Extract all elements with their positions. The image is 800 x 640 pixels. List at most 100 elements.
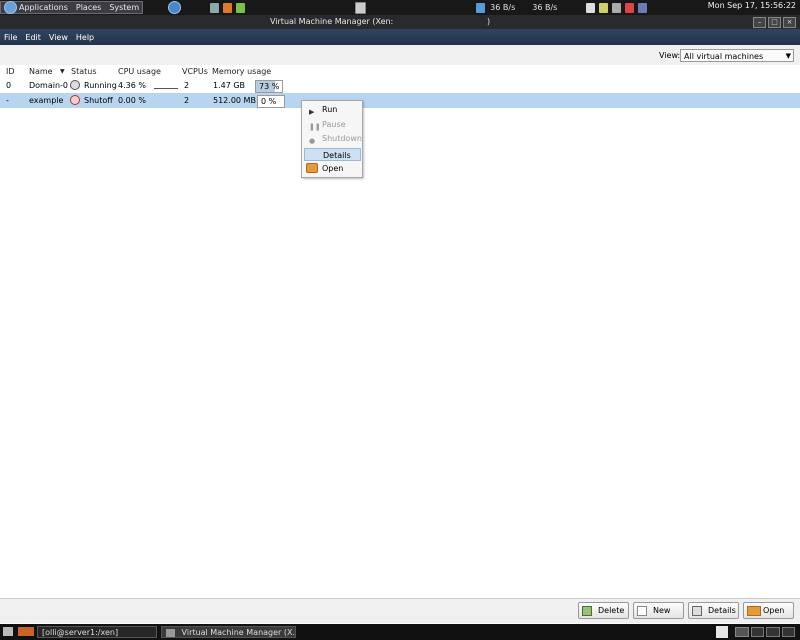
vm-cpu: 4.36 % (118, 81, 146, 90)
folder-icon (747, 606, 761, 616)
shutdown-icon: ● (309, 137, 316, 145)
open-button[interactable]: Open (743, 602, 794, 619)
column-header-memory[interactable]: Memory usage (212, 67, 271, 76)
column-header-status[interactable]: Status (71, 67, 97, 76)
details-button-label: Details (708, 606, 736, 615)
column-header-vcpus[interactable]: VCPUs (182, 67, 208, 76)
table-row[interactable]: - example Shutoff 0.00 % 2 512.00 MB 0 % (0, 93, 800, 108)
net-up-rate: 36 B/s (532, 3, 558, 12)
open-button-label: Open (763, 606, 785, 615)
vm-status: Shutoff (84, 96, 113, 105)
column-header-cpu[interactable]: CPU usage (118, 67, 161, 76)
taskbar: [olli@server1:/xen] Virtual Machine Mana… (0, 624, 800, 640)
vm-cpu: 0.00 % (118, 96, 146, 105)
vmm-task-icon (166, 628, 175, 637)
context-menu-open[interactable]: Open (304, 162, 361, 175)
folder-icon (306, 163, 318, 173)
vm-memory: 512.00 MB (213, 96, 256, 105)
places-menu-label[interactable]: Places (76, 1, 101, 14)
new-button[interactable]: New (633, 602, 684, 619)
network-icon[interactable] (599, 2, 609, 13)
vm-id: 0 (6, 81, 12, 90)
column-header-name[interactable]: Name (29, 67, 53, 76)
workspace-switcher[interactable] (735, 627, 795, 637)
new-button-label: New (653, 606, 671, 615)
view-filter-value: All virtual machines (684, 52, 764, 61)
context-menu-run[interactable]: ▶ Run (304, 103, 361, 116)
top-panel: Applications Places System 36 B/s 36 B/s… (0, 0, 800, 15)
vm-status: Running (84, 81, 117, 90)
vmm-task[interactable]: Virtual Machine Manager (X... (161, 626, 296, 638)
table-row[interactable]: 0 Domain-0 Running 4.36 % 2 1.47 GB 73 % (0, 78, 800, 93)
vm-memory: 1.47 GB (213, 81, 246, 90)
context-menu: ▶ Run ❚❚ Pause ● Shutdown Details Open (301, 100, 363, 178)
terminal-task-label: [olli@server1:/xen] (42, 628, 119, 637)
terminal-task[interactable]: [olli@server1:/xen] (37, 626, 157, 638)
help-menu[interactable]: Help (72, 33, 98, 42)
filter-row: View: All virtual machines ▼ (0, 45, 800, 65)
new-document-icon (637, 606, 647, 616)
running-status-icon (70, 80, 80, 90)
workspace-1[interactable] (735, 627, 749, 637)
chevron-down-icon: ▼ (785, 52, 791, 60)
vmm-task-label: Virtual Machine Manager (X... (181, 628, 296, 637)
cpu-sparkline (154, 88, 178, 89)
applications-menu[interactable]: Applications Places System (0, 1, 144, 14)
help-icon[interactable] (168, 1, 182, 14)
sort-down-icon: ▼ (60, 68, 65, 75)
column-header-id[interactable]: ID (6, 67, 15, 76)
memory-usage-label: 0 % (261, 97, 277, 106)
window-titlebar[interactable]: Virtual Machine Manager (Xen: ) – □ × (0, 15, 800, 29)
file-menu[interactable]: File (0, 33, 21, 42)
trash-tray-icon[interactable] (716, 626, 728, 638)
workspace-3[interactable] (766, 627, 780, 637)
applications-menu-label: Applications (19, 3, 68, 12)
workspace-2[interactable] (750, 627, 764, 637)
window-title-suffix: ) (487, 17, 491, 26)
network-monitor-icon (476, 2, 486, 13)
maximize-icon[interactable]: □ (768, 17, 781, 28)
clock[interactable]: Mon Sep 17, 15:56:22 (708, 1, 796, 10)
edit-menu[interactable]: Edit (21, 33, 45, 42)
terminal-launcher-icon[interactable] (355, 1, 367, 14)
view-filter-label: View: (659, 51, 681, 60)
context-menu-pause-label: Pause (322, 120, 346, 129)
delete-button[interactable]: Delete (578, 602, 629, 619)
system-menu-label[interactable]: System (109, 1, 139, 14)
details-button[interactable]: Details (688, 602, 739, 619)
context-menu-pause[interactable]: ❚❚ Pause (304, 118, 361, 131)
vm-id: - (6, 96, 9, 105)
vm-vcpus: 2 (184, 81, 190, 90)
context-menu-run-label: Run (322, 105, 338, 114)
close-icon[interactable]: × (783, 17, 796, 28)
notification-icon[interactable] (625, 2, 635, 13)
context-menu-shutdown[interactable]: ● Shutdown (304, 132, 362, 145)
details-icon (692, 606, 702, 616)
vm-name: Domain-0 (29, 81, 69, 90)
trash-icon (582, 606, 592, 616)
windows-icon[interactable] (612, 2, 622, 13)
gnome-logo-icon (4, 1, 17, 14)
net-down-rate: 36 B/s (490, 3, 516, 12)
user-icon[interactable] (638, 2, 648, 13)
file-manager-icon[interactable] (210, 2, 220, 13)
show-desktop-icon[interactable] (3, 627, 13, 636)
view-menu[interactable]: View (45, 33, 72, 42)
vm-name: example (29, 96, 64, 105)
context-menu-details-label: Details (323, 151, 351, 160)
clipboard-icon[interactable] (586, 2, 596, 13)
memory-usage-bar: 73 % (255, 80, 283, 93)
minimize-icon[interactable]: – (753, 17, 766, 28)
context-menu-open-label: Open (322, 164, 344, 173)
action-button-bar: Delete New Details Open (0, 598, 800, 623)
memory-usage-bar: 0 % (257, 95, 285, 108)
editor-icon[interactable] (236, 2, 246, 13)
view-filter-select[interactable]: All virtual machines ▼ (680, 49, 794, 62)
workspace-4[interactable] (781, 627, 795, 637)
delete-button-label: Delete (598, 606, 625, 615)
context-menu-details[interactable]: Details (304, 148, 361, 161)
menubar: File Edit View Help (0, 29, 800, 45)
context-menu-shutdown-label: Shutdown (322, 134, 362, 143)
vm-vcpus: 2 (184, 96, 190, 105)
firefox-icon[interactable] (223, 2, 233, 13)
